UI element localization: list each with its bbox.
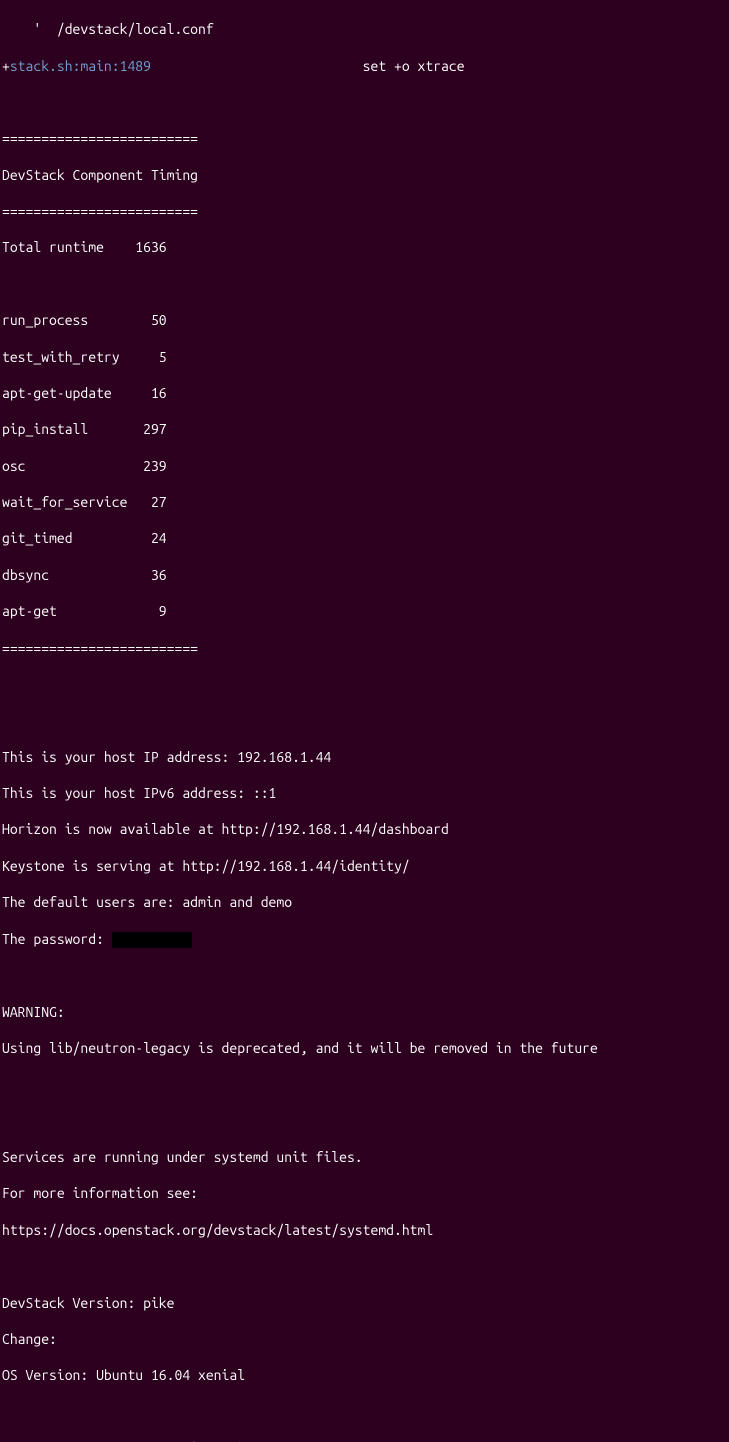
blank-line — [2, 1112, 727, 1130]
password-label: The password: — [2, 931, 112, 947]
terminal-output[interactable]: ' /devstack/local.conf +stack.sh:main:14… — [2, 2, 727, 1442]
blank-line — [2, 675, 727, 693]
host-ipv6: This is your host IPv6 address: ::1 — [2, 784, 727, 802]
line-conf-path: ' /devstack/local.conf — [2, 20, 727, 38]
warning-header: WARNING: — [2, 1003, 727, 1021]
timing-git-timed: git_timed 24 — [2, 529, 727, 547]
timing-osc: osc 239 — [2, 457, 727, 475]
more-info-line: For more information see: — [2, 1184, 727, 1202]
blank-line — [2, 93, 727, 111]
total-runtime: Total runtime 1636 — [2, 238, 727, 256]
timing-dbsync: dbsync 36 — [2, 566, 727, 584]
divider-2: ========================= — [2, 202, 727, 220]
line-stack-trace: +stack.sh:main:1489 set +o xtrace — [2, 57, 727, 75]
timing-test-retry: test_with_retry 5 — [2, 348, 727, 366]
change-line: Change: — [2, 1330, 727, 1348]
keystone-url: Keystone is serving at http://192.168.1.… — [2, 857, 727, 875]
timing-run-process: run_process 50 — [2, 311, 727, 329]
stack-cmd-text: set +o xtrace — [151, 58, 465, 74]
plus-sign: + — [2, 58, 10, 74]
timing-apt-get: apt-get 9 — [2, 602, 727, 620]
timing-wait-service: wait_for_service 27 — [2, 493, 727, 511]
blank-line — [2, 711, 727, 729]
password-redacted — [112, 932, 192, 948]
timing-apt-update: apt-get-update 16 — [2, 384, 727, 402]
os-version: OS Version: Ubuntu 16.04 xenial — [2, 1366, 727, 1384]
completion-line: 2017-08-11 18:05:08.142 | stack.sh compl… — [2, 1439, 727, 1442]
blank-line — [2, 966, 727, 984]
divider-3: ========================= — [2, 639, 727, 657]
blank-line — [2, 1075, 727, 1093]
devstack-version: DevStack Version: pike — [2, 1294, 727, 1312]
default-users: The default users are: admin and demo — [2, 893, 727, 911]
blank-line — [2, 275, 727, 293]
password-line: The password: — [2, 930, 727, 948]
stack-trace-text: stack.sh:main:1489 — [10, 58, 151, 74]
warning-text: Using lib/neutron-legacy is deprecated, … — [2, 1039, 727, 1057]
services-line: Services are running under systemd unit … — [2, 1148, 727, 1166]
timing-pip-install: pip_install 297 — [2, 420, 727, 438]
systemd-url: https://docs.openstack.org/devstack/late… — [2, 1221, 727, 1239]
horizon-url: Horizon is now available at http://192.1… — [2, 820, 727, 838]
blank-line — [2, 1257, 727, 1275]
divider-1: ========================= — [2, 129, 727, 147]
host-ip: This is your host IP address: 192.168.1.… — [2, 748, 727, 766]
timing-header: DevStack Component Timing — [2, 166, 727, 184]
blank-line — [2, 1403, 727, 1421]
